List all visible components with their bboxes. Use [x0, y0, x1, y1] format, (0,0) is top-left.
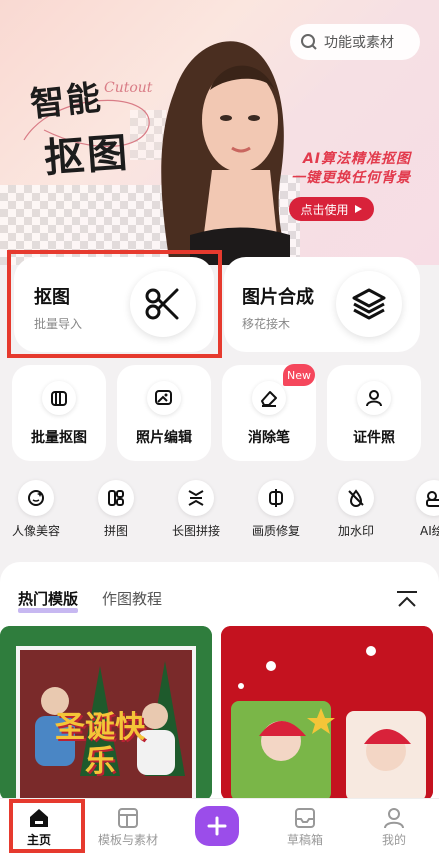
cutout-card-subtitle: 批量导入 — [34, 317, 83, 331]
quality-repair-icon — [258, 480, 294, 516]
nav-label: 草稿箱 — [286, 833, 323, 847]
tagline-line2: 一键更换任何背景 — [291, 170, 411, 186]
id-photo-icon — [357, 381, 391, 415]
search-placeholder: 功能或素材 — [324, 35, 394, 51]
nav-home[interactable]: 主页 — [4, 805, 74, 848]
tool-label: 长图拼接 — [171, 524, 220, 538]
cutout-card-title: 抠图 — [34, 287, 70, 308]
hero-banner[interactable]: 智能 抠图 Cutout AI算法精准抠图 一键更换任何背景 点击使用 功能或素… — [0, 0, 439, 265]
layers-icon — [336, 271, 402, 337]
transparency-pattern — [0, 185, 170, 265]
nav-templates[interactable]: 模板与素材 — [92, 805, 164, 848]
tool-label: 人像美容 — [11, 524, 60, 538]
tool-collage[interactable]: 拼图 — [76, 480, 156, 539]
new-badge: New — [283, 364, 315, 386]
scissors-icon — [130, 271, 196, 337]
banner-title-line1: 智能 — [28, 77, 105, 126]
drafts-icon — [270, 805, 340, 831]
tagline-line1: AI算法精准抠图 — [302, 151, 411, 167]
cutout-card[interactable]: 抠图 批量导入 — [14, 257, 214, 352]
nav-profile[interactable]: 我的 — [359, 805, 429, 848]
tile-label: 批量抠图 — [31, 430, 87, 446]
tool-label: AI绘 — [420, 524, 439, 538]
profile-icon — [359, 805, 429, 831]
tool-long-stitch[interactable]: 长图拼接 — [156, 480, 236, 539]
tool-label: 加水印 — [337, 524, 374, 538]
face-beauty-icon — [18, 480, 54, 516]
template-icon — [92, 805, 164, 831]
collapse-icon[interactable] — [395, 590, 419, 610]
ai-art-icon — [416, 480, 439, 516]
template-card[interactable] — [221, 626, 433, 801]
search-bar[interactable]: 功能或素材 — [290, 24, 420, 60]
tool-quality-repair[interactable]: 画质修复 — [236, 480, 316, 539]
content-tabs: 热门模版 作图教程 — [18, 588, 162, 613]
search-icon — [301, 34, 317, 50]
tool-label: 拼图 — [103, 524, 128, 538]
tile-label: 证件照 — [353, 430, 395, 446]
tool-watermark[interactable]: 加水印 — [316, 480, 396, 539]
compose-card-subtitle: 移花接木 — [242, 317, 291, 331]
tool-label: 画质修复 — [251, 524, 300, 538]
template-overlay-text: 圣诞快乐 — [55, 710, 145, 779]
tile-batch-cutout[interactable]: 批量抠图 — [12, 365, 106, 461]
banner-cta-button[interactable]: 点击使用 — [289, 197, 374, 221]
cta-label: 点击使用 — [300, 202, 349, 217]
nav-drafts[interactable]: 草稿箱 — [270, 805, 340, 848]
plus-icon — [207, 816, 227, 836]
nav-label: 主页 — [26, 833, 51, 847]
banner-script-word: Cutout — [104, 80, 153, 96]
eraser-icon — [252, 381, 286, 415]
play-arrow-icon — [354, 205, 362, 213]
tool-face-beauty[interactable]: 人像美容 — [0, 480, 76, 539]
create-plus-button[interactable] — [195, 806, 239, 846]
template-card[interactable]: 圣诞快乐 — [0, 626, 212, 801]
home-icon — [4, 805, 74, 831]
tile-label: 消除笔 — [248, 430, 290, 446]
tile-label: 照片编辑 — [136, 430, 192, 446]
tool-ai-art[interactable]: AI绘 — [396, 480, 439, 539]
banner-title-line2: 抠图 — [42, 130, 132, 182]
banner-tagline: AI算法精准抠图 一键更换任何背景 — [291, 150, 411, 188]
photo-edit-icon — [147, 381, 181, 415]
watermark-icon — [338, 480, 374, 516]
tools-row: 人像美容 拼图 长图拼接 画质修复 加水印 AI绘 — [0, 480, 439, 540]
compose-card-title: 图片合成 — [242, 287, 314, 308]
template-thumbnail — [221, 626, 433, 801]
nav-label: 模板与素材 — [97, 833, 158, 847]
tile-id-photo[interactable]: 证件照 — [327, 365, 421, 461]
tab-hot-templates[interactable]: 热门模版 — [18, 588, 79, 613]
tab-tutorials[interactable]: 作图教程 — [102, 588, 162, 609]
tile-photo-edit[interactable]: 照片编辑 — [117, 365, 211, 461]
image-compose-card[interactable]: 图片合成 移花接木 — [224, 257, 420, 352]
batch-cutout-icon — [42, 381, 76, 415]
collage-icon — [98, 480, 134, 516]
long-stitch-icon — [178, 480, 214, 516]
nav-label: 我的 — [381, 833, 406, 847]
model-portrait — [161, 41, 290, 265]
